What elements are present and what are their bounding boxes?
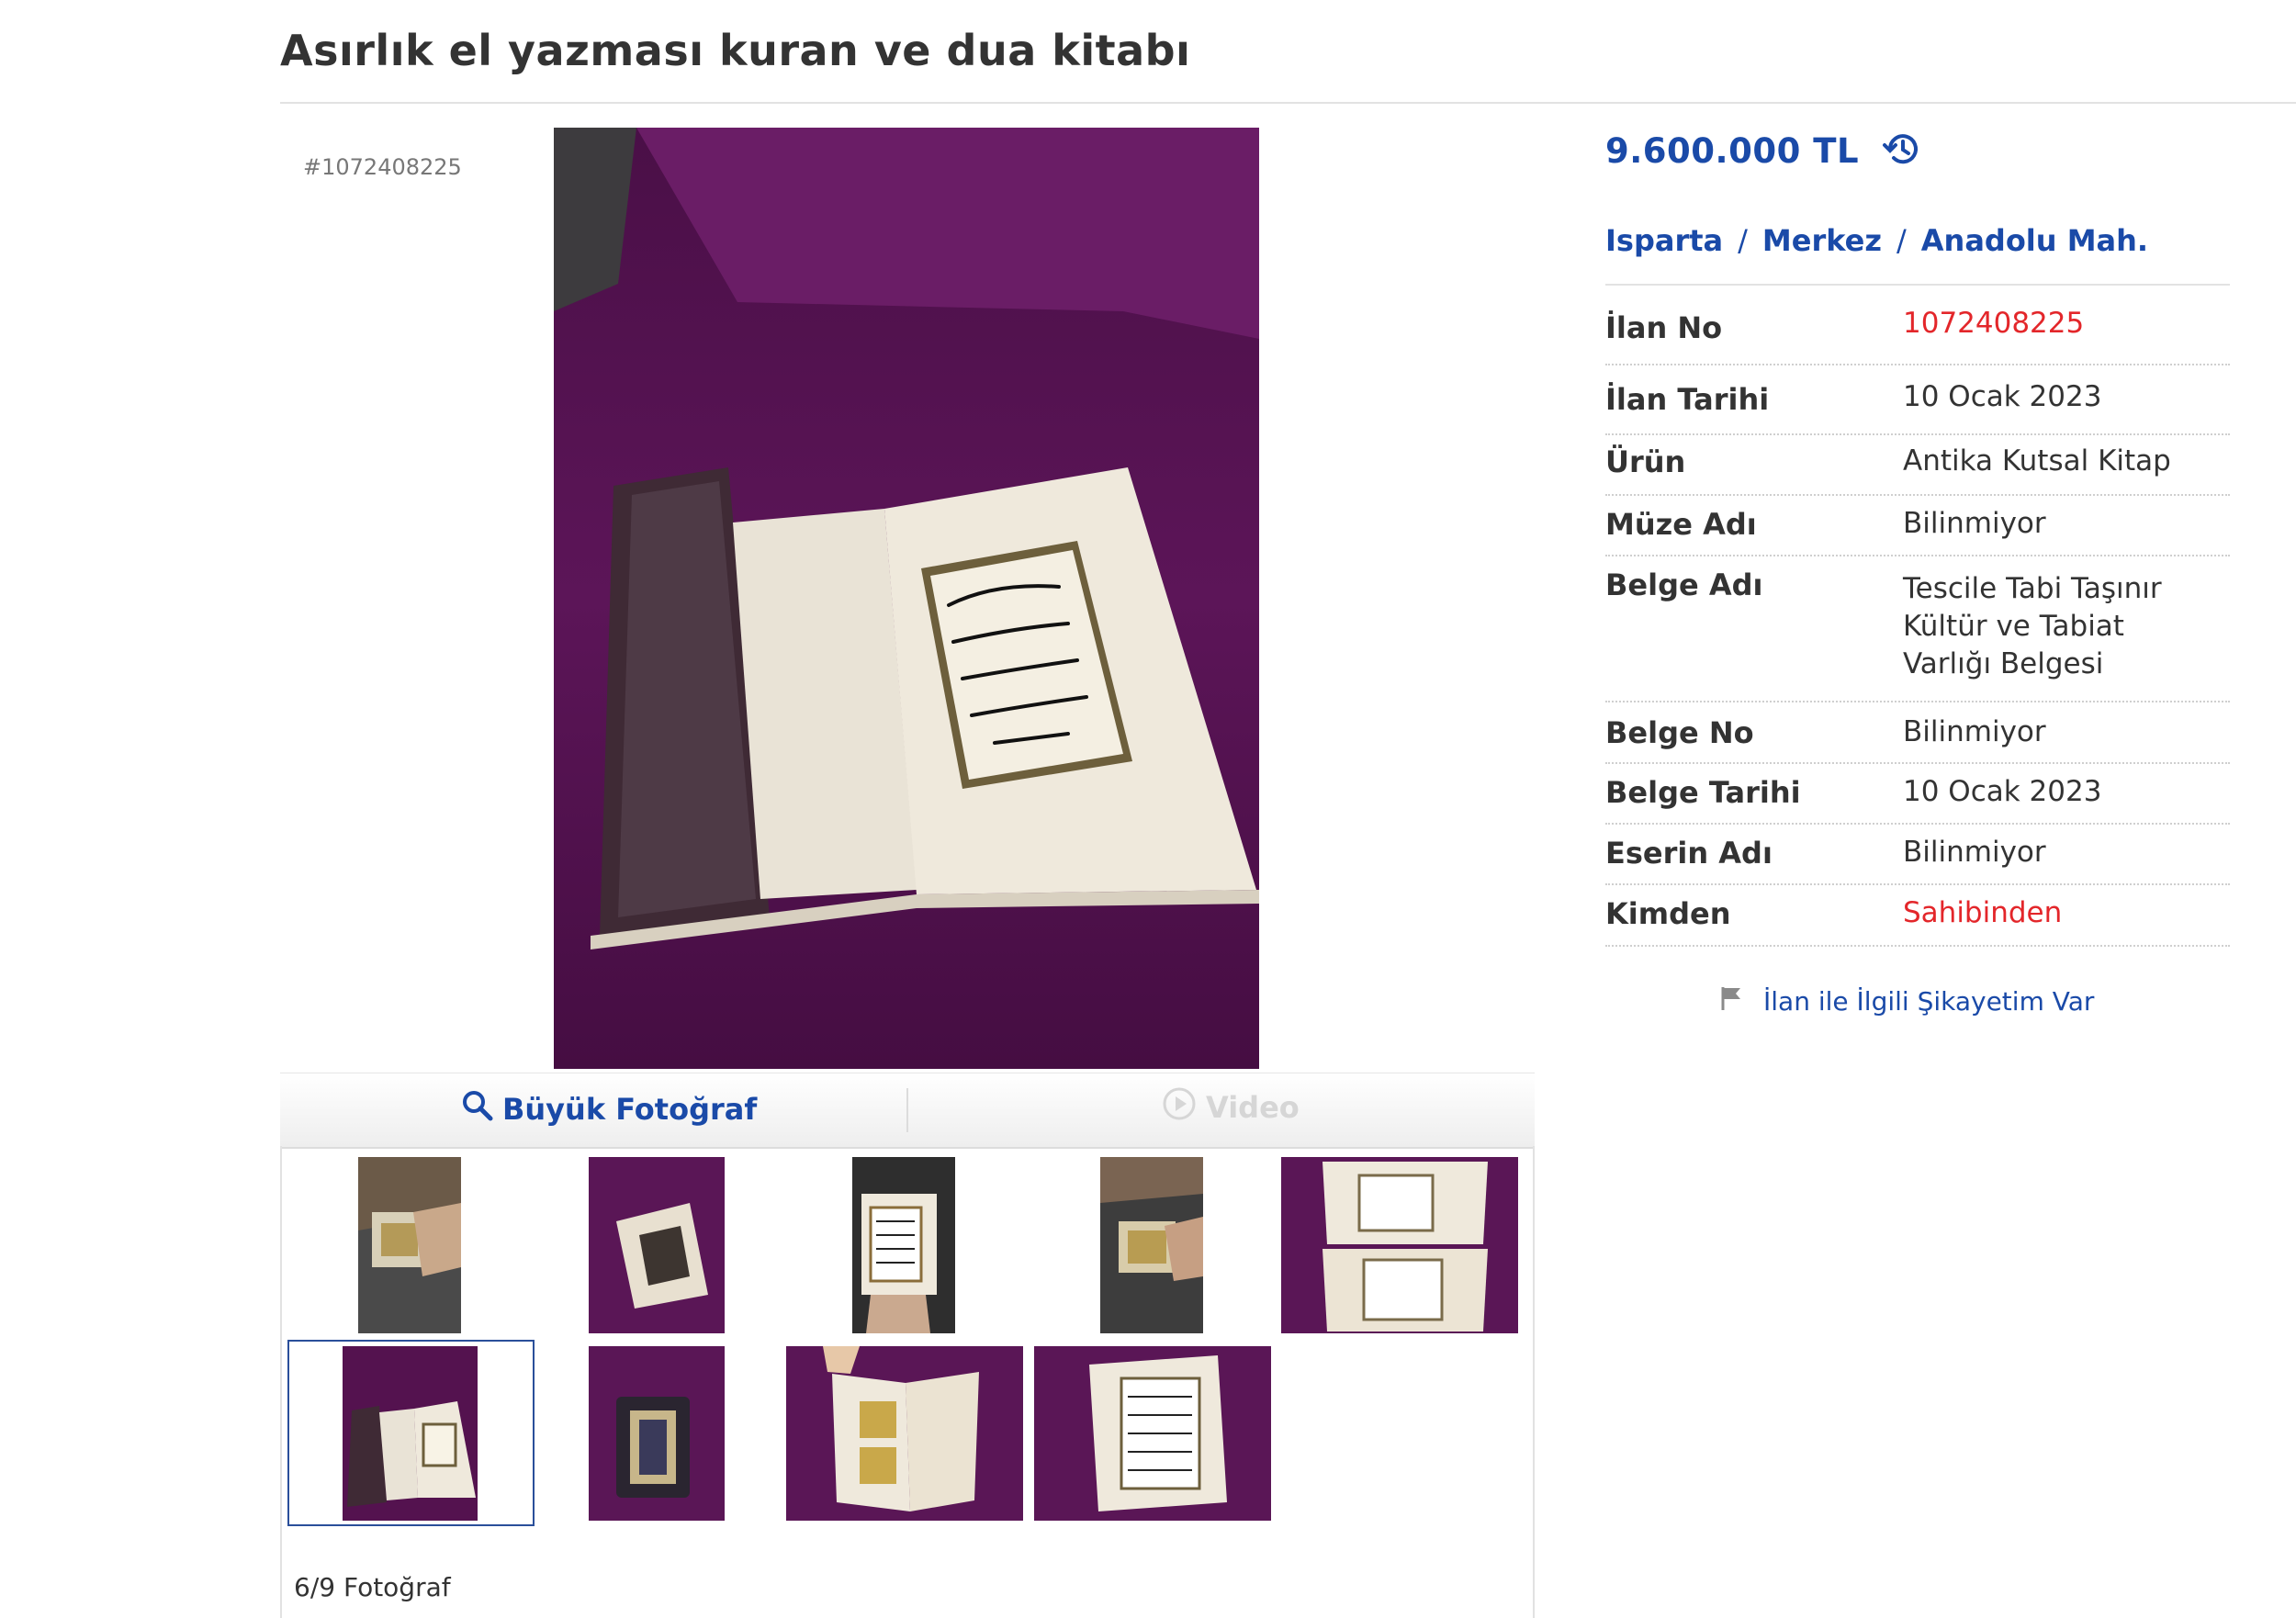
location-district[interactable]: Merkez — [1762, 223, 1882, 258]
video-label: Video — [1206, 1090, 1300, 1125]
detail-row-seller-type: Kimden Sahibinden — [1605, 885, 2230, 947]
location-divider — [1605, 284, 2230, 286]
detail-label: Belge Adı — [1605, 567, 1763, 602]
detail-value: Bilinmiyor — [1903, 836, 2046, 869]
thumbnail[interactable] — [1034, 1346, 1271, 1521]
detail-value: Bilinmiyor — [1903, 715, 2046, 748]
detail-row-museum-name: Müze Adı Bilinmiyor — [1605, 496, 2230, 556]
detail-value-line: Tescile Tabi Taşınır — [1903, 572, 2162, 605]
complaint-label: İlan ile İlgili Şikayetim Var — [1763, 986, 2095, 1017]
main-photo-image — [554, 128, 1259, 1069]
detail-label: Eserin Adı — [1605, 836, 1773, 871]
detail-value-line: Varlığı Belgesi — [1903, 647, 2104, 680]
flag-icon — [1717, 984, 1745, 1018]
tab-divider — [906, 1088, 908, 1132]
detail-value: Sahibinden — [1903, 896, 2063, 929]
detail-row-document-no: Belge No Bilinmiyor — [1605, 702, 2230, 764]
detail-row-product: Ürün Antika Kutsal Kitap — [1605, 435, 2230, 496]
detail-label: Ürün — [1605, 444, 1686, 479]
video-tab: Video — [1162, 1086, 1300, 1129]
detail-value: Bilinmiyor — [1903, 507, 2046, 540]
thumbnail[interactable] — [1281, 1157, 1518, 1333]
detail-label: Belge No — [1605, 715, 1754, 750]
location-breadcrumb: Isparta / Merkez / Anadolu Mah. — [1605, 223, 2148, 258]
location-city[interactable]: Isparta — [1605, 223, 1723, 258]
detail-label: Belge Tarihi — [1605, 775, 1801, 810]
thumbnail[interactable] — [589, 1157, 725, 1333]
detail-row-document-name: Belge Adı Tescile Tabi Taşınır Kültür ve… — [1605, 556, 2230, 702]
title-divider — [280, 102, 2296, 104]
complaint-link[interactable]: İlan ile İlgili Şikayetim Var — [1717, 984, 2094, 1018]
detail-row-listing-date: İlan Tarihi 10 Ocak 2023 — [1605, 365, 2230, 435]
big-photo-tab[interactable]: Büyük Fotoğraf — [462, 1090, 757, 1129]
detail-value: 1072408225 — [1903, 307, 2085, 340]
listing-title: Asırlık el yazması kuran ve dua kitabı — [280, 26, 1191, 75]
detail-label: İlan Tarihi — [1605, 382, 1770, 417]
photo-tab-bar: Büyük Fotoğraf Video — [280, 1073, 1535, 1149]
detail-row-work-name: Eserin Adı Bilinmiyor — [1605, 825, 2230, 885]
details-table: İlan No 1072408225 İlan Tarihi 10 Ocak 2… — [1605, 287, 2230, 947]
big-photo-label: Büyük Fotoğraf — [502, 1092, 758, 1127]
listing-ref-number: #1072408225 — [303, 154, 462, 180]
thumbnail[interactable] — [589, 1346, 725, 1521]
price-row: 9.600.000 TL — [1605, 129, 1921, 173]
thumbnail[interactable] — [1100, 1157, 1203, 1333]
detail-value-line: Kültür ve Tabiat — [1903, 610, 2124, 643]
breadcrumb-separator: / — [1738, 223, 1748, 258]
detail-value: 10 Ocak 2023 — [1903, 380, 2102, 413]
thumbnail[interactable] — [786, 1346, 1023, 1521]
thumbnail[interactable] — [852, 1157, 955, 1333]
history-icon[interactable] — [1881, 129, 1921, 173]
breadcrumb-separator: / — [1896, 223, 1907, 258]
price: 9.600.000 TL — [1605, 130, 1860, 171]
main-photo[interactable] — [554, 128, 1259, 1069]
photo-counter: 6/9 Fotoğraf — [294, 1572, 451, 1602]
detail-label: İlan No — [1605, 310, 1723, 345]
thumbnail[interactable] — [358, 1157, 461, 1333]
detail-row-listing-no: İlan No 1072408225 — [1605, 287, 2230, 365]
search-icon — [462, 1090, 493, 1129]
location-neighborhood[interactable]: Anadolu Mah. — [1921, 223, 2148, 258]
detail-label: Müze Adı — [1605, 507, 1757, 542]
detail-label: Kimden — [1605, 896, 1731, 931]
detail-value: 10 Ocak 2023 — [1903, 775, 2102, 808]
thumbnail-selected[interactable] — [343, 1346, 478, 1521]
play-icon — [1162, 1086, 1197, 1129]
detail-value: Antika Kutsal Kitap — [1903, 444, 2171, 478]
detail-row-document-date: Belge Tarihi 10 Ocak 2023 — [1605, 764, 2230, 825]
